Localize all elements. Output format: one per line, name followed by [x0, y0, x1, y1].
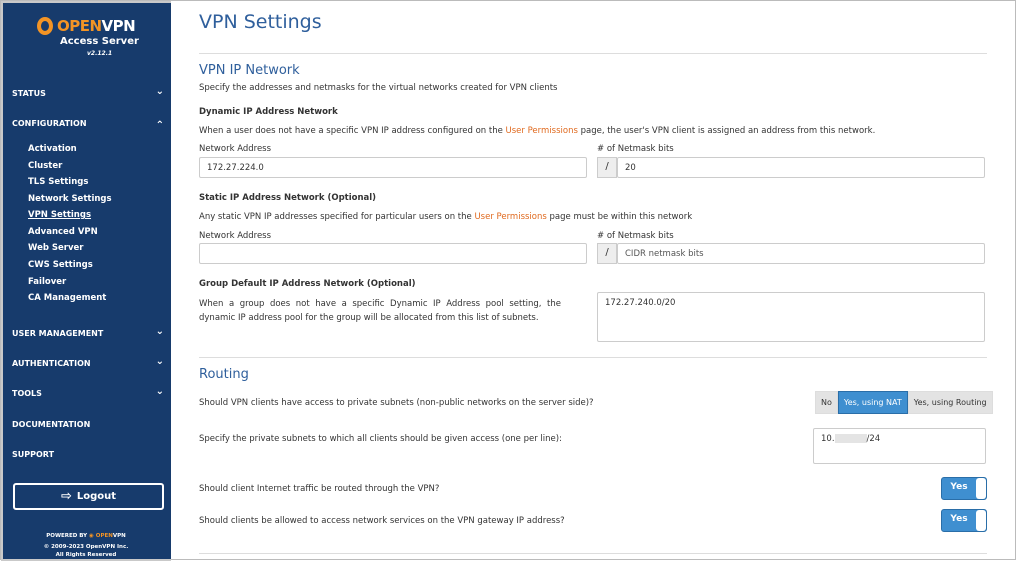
toggle-knob	[976, 478, 986, 499]
private-subnets-selector: No Yes, using NAT Yes, using Routing	[815, 391, 993, 414]
chevron-down-icon: ⌄	[155, 386, 164, 397]
nav-status[interactable]: STATUS ⌄	[12, 86, 164, 98]
internet-traffic-question: Should client Internet traffic be routed…	[199, 484, 440, 494]
subnet-prefix: 10.	[821, 434, 835, 444]
nav-label: AUTHENTICATION	[12, 359, 91, 368]
option-yes-routing[interactable]: Yes, using Routing	[907, 391, 993, 414]
sidebar-item-network-settings[interactable]: Network Settings	[28, 194, 112, 204]
brand-name-b: VPN	[101, 17, 136, 35]
sidebar-item-advanced-vpn[interactable]: Advanced VPN	[28, 227, 98, 237]
option-yes-nat[interactable]: Yes, using NAT	[837, 391, 908, 414]
subnet-list-question: Specify the private subnets to which all…	[199, 434, 562, 444]
nav-support[interactable]: SUPPORT	[12, 450, 164, 459]
toggle-label: Yes	[950, 482, 968, 492]
internet-traffic-toggle[interactable]: Yes	[941, 477, 987, 500]
product-name: Access Server	[60, 36, 139, 47]
footer-logo-icon: ◉	[89, 533, 94, 539]
copyright: © 2009-2023 OpenVPN Inc.	[43, 544, 129, 550]
private-subnets-question: Should VPN clients have access to privat…	[199, 398, 594, 408]
section-heading-vpn-ip: VPN IP Network	[199, 63, 300, 78]
option-no[interactable]: No	[815, 391, 838, 414]
desc-text: page must be within this network	[546, 212, 693, 222]
nav-label: CONFIGURATION	[12, 119, 87, 128]
desc-text: page, the user's VPN client is assigned …	[577, 126, 876, 136]
private-subnets-textarea[interactable]: 10. /24	[813, 428, 986, 464]
nav-configuration[interactable]: CONFIGURATION ⌃	[12, 119, 164, 131]
powered-by-text: POWERED BY	[46, 533, 88, 539]
sidebar-item-cluster[interactable]: Cluster	[28, 161, 62, 171]
chevron-down-icon: ⌄	[155, 326, 164, 337]
footer-brand-b: VPN	[112, 533, 126, 539]
nav-label: TOOLS	[12, 389, 42, 398]
toggle-knob	[976, 510, 986, 531]
sidebar-item-vpn-settings[interactable]: VPN Settings	[28, 210, 91, 220]
gateway-access-question: Should clients be allowed to access netw…	[199, 516, 565, 526]
user-permissions-link[interactable]: User Permissions	[506, 126, 578, 136]
network-address-label: Network Address	[199, 231, 272, 241]
gateway-access-toggle[interactable]: Yes	[941, 509, 987, 532]
dynamic-network-address-input[interactable]: 172.27.224.0	[199, 157, 587, 178]
group-subnets-textarea[interactable]: 172.27.240.0/20	[597, 292, 985, 342]
nav-label: STATUS	[12, 89, 46, 98]
sidebar-item-web-server[interactable]: Web Server	[28, 243, 83, 253]
network-address-label: Network Address	[199, 144, 272, 154]
nav-tools[interactable]: TOOLS ⌄	[12, 386, 164, 398]
netmask-bits-label: # of Netmask bits	[597, 231, 674, 241]
slash-addon: /	[597, 243, 617, 264]
sidebar-item-tls-settings[interactable]: TLS Settings	[28, 177, 88, 187]
static-title: Static IP Address Network (Optional)	[199, 193, 377, 203]
sidebar-item-ca-management[interactable]: CA Management	[28, 293, 106, 303]
brand-name-a: OPEN	[57, 17, 102, 35]
group-desc: When a group does not have a specific Dy…	[199, 299, 561, 323]
nav-label: USER MANAGEMENT	[12, 329, 104, 338]
static-network-address-input[interactable]	[199, 243, 587, 264]
static-desc: Any static VPN IP addresses specified fo…	[199, 212, 692, 222]
page-title: VPN Settings	[199, 11, 322, 33]
divider	[199, 357, 987, 358]
sidebar: OPENVPN Access Server v2.12.1 STATUS ⌄ CO…	[1, 1, 171, 561]
section-heading-routing: Routing	[199, 367, 249, 382]
powered-by: POWERED BY ◉ OPENVPN	[3, 533, 169, 539]
sidebar-item-cws-settings[interactable]: CWS Settings	[28, 260, 93, 270]
section-desc: Specify the addresses and netmasks for t…	[199, 83, 558, 93]
nav-user-management[interactable]: USER MANAGEMENT ⌄	[12, 326, 164, 338]
toggle-label: Yes	[950, 514, 968, 524]
sidebar-item-activation[interactable]: Activation	[28, 144, 77, 154]
netmask-bits-label: # of Netmask bits	[597, 144, 674, 154]
redacted-block	[834, 434, 867, 443]
user-permissions-link[interactable]: User Permissions	[474, 212, 546, 222]
static-netmask-bits-input[interactable]: CIDR netmask bits	[617, 243, 985, 264]
dynamic-desc: When a user does not have a specific VPN…	[199, 126, 875, 136]
divider	[199, 553, 987, 554]
chevron-down-icon: ⌄	[155, 86, 164, 97]
logout-label: Logout	[76, 491, 117, 502]
version-label: v2.12.1	[87, 50, 113, 57]
logout-button[interactable]: ⇨ Logout	[13, 483, 164, 510]
chevron-down-icon: ⌄	[155, 356, 164, 367]
chevron-up-icon: ⌃	[155, 120, 164, 131]
divider	[199, 53, 987, 54]
logout-icon: ⇨	[60, 489, 72, 504]
openvpn-keyhole-icon	[37, 17, 53, 35]
desc-text: When a user does not have a specific VPN…	[199, 126, 506, 136]
nav-authentication[interactable]: AUTHENTICATION ⌄	[12, 356, 164, 368]
dynamic-netmask-bits-input[interactable]: 20	[617, 157, 985, 178]
sidebar-item-failover[interactable]: Failover	[28, 277, 66, 287]
group-title: Group Default IP Address Network (Option…	[199, 279, 416, 289]
dynamic-title: Dynamic IP Address Network	[199, 107, 338, 117]
slash-addon: /	[597, 157, 617, 178]
rights: All Rights Reserved	[55, 552, 117, 558]
desc-text: Any static VPN IP addresses specified fo…	[199, 212, 475, 222]
footer-brand-a: OPEN	[95, 533, 113, 539]
nav-documentation[interactable]: DOCUMENTATION	[12, 420, 164, 429]
subnet-suffix: /24	[866, 434, 881, 444]
